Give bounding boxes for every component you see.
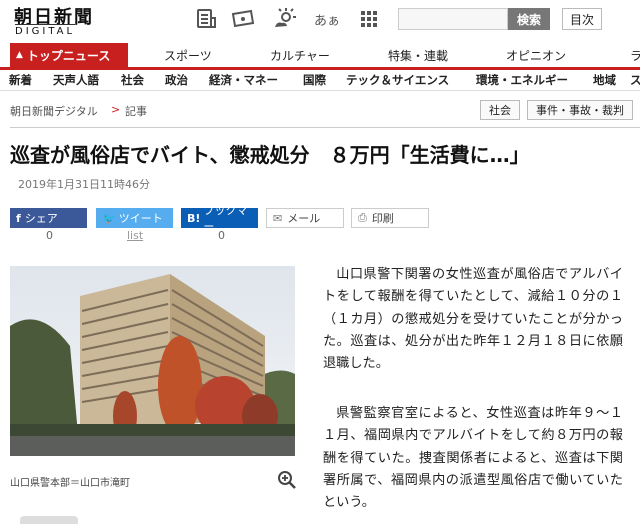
breadcrumb-separator: > bbox=[111, 103, 121, 116]
ticket-icon[interactable] bbox=[230, 6, 256, 32]
subnav-latest[interactable]: 新着 bbox=[9, 72, 32, 88]
subnav-more[interactable]: ス bbox=[630, 72, 640, 88]
twitter-icon: 🐦 bbox=[102, 211, 116, 225]
nav-top-news-label: トップニュース bbox=[26, 48, 111, 63]
facebook-share-count: 0 bbox=[46, 229, 53, 242]
font-size-icon[interactable]: あぁ bbox=[314, 6, 340, 32]
hatena-icon: B! bbox=[187, 211, 201, 225]
article-title: 巡査が風俗店でバイト、懲戒処分 ８万円「生活費に…」 bbox=[10, 143, 530, 167]
toc-button[interactable]: 目次 bbox=[562, 8, 602, 30]
next-image-thumbnail[interactable] bbox=[20, 516, 78, 524]
subnav-tenseijingo[interactable]: 天声人語 bbox=[53, 72, 99, 88]
zoom-icon[interactable] bbox=[277, 470, 297, 490]
mail-label: メール bbox=[287, 212, 321, 225]
subnav-society[interactable]: 社会 bbox=[121, 72, 144, 88]
hatena-bookmark-button[interactable]: B! ブックマー bbox=[181, 204, 258, 233]
subnav-environment[interactable]: 環境・エネルギー bbox=[476, 72, 568, 88]
mail-icon: ✉ bbox=[273, 211, 283, 225]
nav-culture[interactable]: カルチャー bbox=[270, 47, 330, 64]
hatena-bookmark-label: ブックマー bbox=[203, 204, 248, 233]
print-button[interactable]: ⎙ 印刷 bbox=[351, 208, 429, 228]
hatena-bookmark-count: 0 bbox=[218, 229, 225, 242]
search-button[interactable]: 検索 bbox=[508, 8, 550, 30]
subnav-tech[interactable]: テック＆サイエンス bbox=[346, 72, 449, 88]
home-icon: ▲ bbox=[16, 50, 23, 60]
facebook-share-button[interactable]: f シェア bbox=[10, 208, 87, 228]
mail-button[interactable]: ✉ メール bbox=[266, 208, 344, 228]
search-input[interactable] bbox=[398, 8, 508, 30]
police-hq-building-image bbox=[10, 266, 295, 456]
nav-features[interactable]: 特集・連載 bbox=[388, 47, 448, 64]
subnav-politics[interactable]: 政治 bbox=[165, 72, 188, 88]
print-icon: ⎙ bbox=[358, 211, 367, 224]
nav-opinion[interactable]: オピニオン bbox=[506, 47, 566, 64]
subnav-economy[interactable]: 経済・マネー bbox=[209, 72, 278, 88]
article-date: 2019年1月31日11時46分 bbox=[18, 178, 150, 191]
weather-icon[interactable] bbox=[272, 6, 298, 32]
photo-caption: 山口県警本部＝山口市滝町 bbox=[10, 478, 130, 489]
article-photo[interactable] bbox=[10, 266, 295, 456]
article-paragraph: 県警監察官室によると、女性巡査は昨年９～１１月、福岡県内でアルバイトをして約８万… bbox=[323, 406, 623, 511]
tweet-label: ツイート bbox=[118, 212, 163, 225]
facebook-icon: f bbox=[16, 211, 21, 225]
tag-incidents[interactable]: 事件・事故・裁判 bbox=[527, 100, 633, 120]
divider bbox=[10, 127, 640, 128]
breadcrumb-current: 記事 bbox=[125, 105, 147, 118]
article-paragraph: 山口県警下関署の女性巡査が風俗店でアルバイトをして報酬を得ていたとして、減給１０… bbox=[323, 267, 623, 372]
tag-society[interactable]: 社会 bbox=[480, 100, 520, 120]
breadcrumb-home[interactable]: 朝日新聞デジタル bbox=[10, 103, 98, 119]
tweet-button[interactable]: 🐦 ツイート bbox=[96, 208, 173, 228]
nav-more[interactable]: ラ bbox=[630, 47, 640, 64]
tweet-count[interactable]: list bbox=[127, 229, 143, 242]
subnav-region[interactable]: 地域 bbox=[593, 72, 616, 88]
logo-subtitle: DIGITAL bbox=[15, 24, 76, 37]
facebook-share-label: シェア bbox=[24, 212, 58, 225]
nav-top-news[interactable]: ▲ トップニュース bbox=[10, 43, 128, 67]
nav-sports[interactable]: スポーツ bbox=[164, 47, 212, 64]
print-label: 印刷 bbox=[371, 212, 394, 225]
newspaper-icon[interactable] bbox=[193, 6, 219, 32]
grid-menu-icon[interactable] bbox=[356, 6, 382, 32]
subnav-international[interactable]: 国際 bbox=[303, 72, 326, 88]
